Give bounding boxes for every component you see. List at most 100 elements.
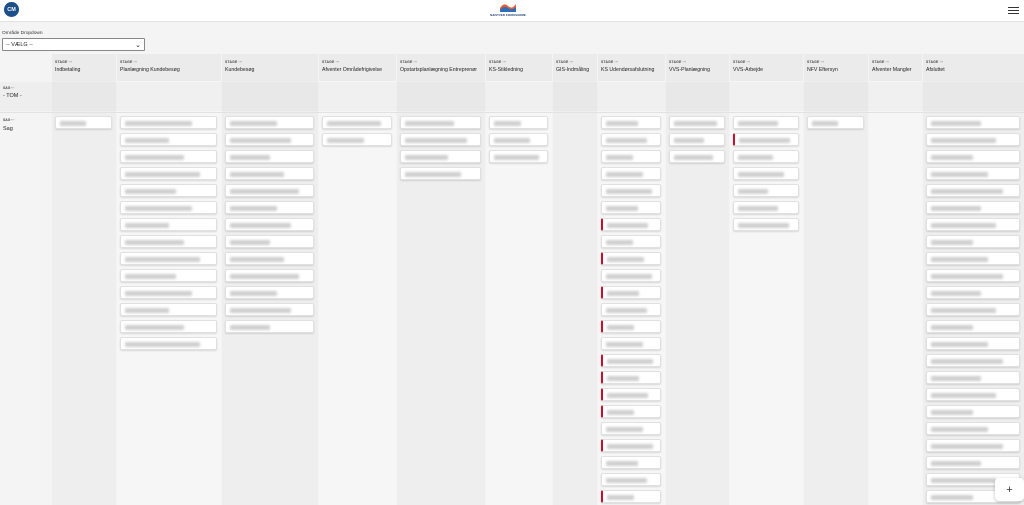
task-card[interactable] bbox=[225, 116, 314, 129]
task-card[interactable] bbox=[926, 320, 1020, 333]
stage-name[interactable]: Afventer Mangler bbox=[872, 67, 912, 73]
task-card[interactable] bbox=[926, 405, 1020, 418]
task-card[interactable] bbox=[120, 303, 217, 316]
task-card[interactable] bbox=[733, 116, 799, 129]
task-card[interactable] bbox=[120, 252, 217, 265]
task-card[interactable] bbox=[225, 235, 314, 248]
user-avatar[interactable]: CM bbox=[4, 2, 19, 17]
task-card[interactable] bbox=[601, 133, 661, 146]
task-card[interactable] bbox=[733, 184, 799, 197]
task-card[interactable] bbox=[601, 473, 661, 486]
task-card[interactable] bbox=[601, 371, 661, 384]
task-card[interactable] bbox=[733, 150, 799, 163]
task-card[interactable] bbox=[601, 201, 661, 214]
task-card[interactable] bbox=[55, 116, 112, 129]
task-card[interactable] bbox=[601, 184, 661, 197]
task-card[interactable] bbox=[601, 490, 661, 503]
task-card[interactable] bbox=[225, 201, 314, 214]
task-card[interactable] bbox=[225, 218, 314, 231]
task-card[interactable] bbox=[601, 252, 661, 265]
task-card[interactable] bbox=[807, 116, 864, 129]
task-card[interactable] bbox=[926, 439, 1020, 452]
task-card[interactable] bbox=[926, 456, 1020, 469]
task-card[interactable] bbox=[601, 388, 661, 401]
task-card[interactable] bbox=[926, 388, 1020, 401]
task-card[interactable] bbox=[926, 133, 1020, 146]
task-card[interactable] bbox=[669, 116, 725, 129]
task-card[interactable] bbox=[120, 184, 217, 197]
task-card[interactable] bbox=[601, 456, 661, 469]
stage-name[interactable]: KS-Stikledning bbox=[489, 67, 523, 73]
task-card[interactable] bbox=[926, 252, 1020, 265]
task-card[interactable] bbox=[926, 269, 1020, 282]
task-card[interactable] bbox=[120, 320, 217, 333]
task-card[interactable] bbox=[120, 133, 217, 146]
task-card[interactable] bbox=[601, 354, 661, 367]
task-card[interactable] bbox=[489, 133, 548, 146]
task-card[interactable] bbox=[926, 235, 1020, 248]
task-card[interactable] bbox=[322, 116, 392, 129]
stage-name[interactable]: Afventer Områdefrigivelse bbox=[322, 67, 382, 73]
task-card[interactable] bbox=[601, 405, 661, 418]
stage-name[interactable]: Kundebesøg bbox=[225, 67, 254, 73]
task-card[interactable] bbox=[120, 235, 217, 248]
stage-name[interactable]: Indbetaling bbox=[55, 67, 80, 73]
task-card[interactable] bbox=[120, 269, 217, 282]
stage-name[interactable]: KS Udendørsafslutning bbox=[601, 67, 654, 73]
stage-name[interactable]: VVS-Arbejde bbox=[733, 67, 763, 73]
task-card[interactable] bbox=[601, 320, 661, 333]
task-card[interactable] bbox=[733, 133, 799, 146]
task-card[interactable] bbox=[926, 371, 1020, 384]
task-card[interactable] bbox=[225, 252, 314, 265]
task-card[interactable] bbox=[400, 133, 481, 146]
task-card[interactable] bbox=[601, 218, 661, 231]
area-dropdown[interactable]: -- VÆLG -- ⌄ bbox=[2, 38, 145, 51]
task-card[interactable] bbox=[225, 167, 314, 180]
task-card[interactable] bbox=[669, 150, 725, 163]
task-card[interactable] bbox=[926, 218, 1020, 231]
task-card[interactable] bbox=[926, 201, 1020, 214]
task-card[interactable] bbox=[120, 167, 217, 180]
task-card[interactable] bbox=[120, 150, 217, 163]
task-card[interactable] bbox=[733, 218, 799, 231]
task-card[interactable] bbox=[120, 337, 217, 350]
stage-name[interactable]: Afsluttet bbox=[926, 67, 945, 73]
task-card[interactable] bbox=[489, 150, 548, 163]
task-card[interactable] bbox=[225, 150, 314, 163]
task-card[interactable] bbox=[601, 269, 661, 282]
task-card[interactable] bbox=[601, 150, 661, 163]
task-card[interactable] bbox=[400, 150, 481, 163]
task-card[interactable] bbox=[926, 184, 1020, 197]
stage-name[interactable]: Opstartsplanlægning Entreprenør bbox=[400, 67, 477, 73]
task-card[interactable] bbox=[601, 439, 661, 452]
task-card[interactable] bbox=[926, 286, 1020, 299]
task-card[interactable] bbox=[601, 167, 661, 180]
task-card[interactable] bbox=[926, 167, 1020, 180]
task-card[interactable] bbox=[225, 184, 314, 197]
task-card[interactable] bbox=[225, 303, 314, 316]
task-card[interactable] bbox=[225, 320, 314, 333]
task-card[interactable] bbox=[601, 337, 661, 350]
task-card[interactable] bbox=[120, 201, 217, 214]
task-card[interactable] bbox=[120, 116, 217, 129]
task-card[interactable] bbox=[489, 116, 548, 129]
hamburger-menu-icon[interactable] bbox=[1008, 5, 1019, 15]
task-card[interactable] bbox=[400, 116, 481, 129]
task-card[interactable] bbox=[733, 201, 799, 214]
task-card[interactable] bbox=[225, 269, 314, 282]
task-card[interactable] bbox=[926, 337, 1020, 350]
task-card[interactable] bbox=[322, 133, 392, 146]
task-card[interactable] bbox=[926, 116, 1020, 129]
task-card[interactable] bbox=[225, 286, 314, 299]
task-card[interactable] bbox=[926, 422, 1020, 435]
task-card[interactable] bbox=[400, 167, 481, 180]
task-card[interactable] bbox=[601, 422, 661, 435]
stage-name[interactable]: NFV Eftersyn bbox=[807, 67, 838, 73]
stage-name[interactable]: Planlægning Kundebesøg bbox=[120, 67, 180, 73]
task-card[interactable] bbox=[601, 235, 661, 248]
task-card[interactable] bbox=[601, 116, 661, 129]
task-card[interactable] bbox=[120, 218, 217, 231]
task-card[interactable] bbox=[225, 133, 314, 146]
stage-name[interactable]: VVS-Planlægning bbox=[669, 67, 710, 73]
task-card[interactable] bbox=[601, 303, 661, 316]
